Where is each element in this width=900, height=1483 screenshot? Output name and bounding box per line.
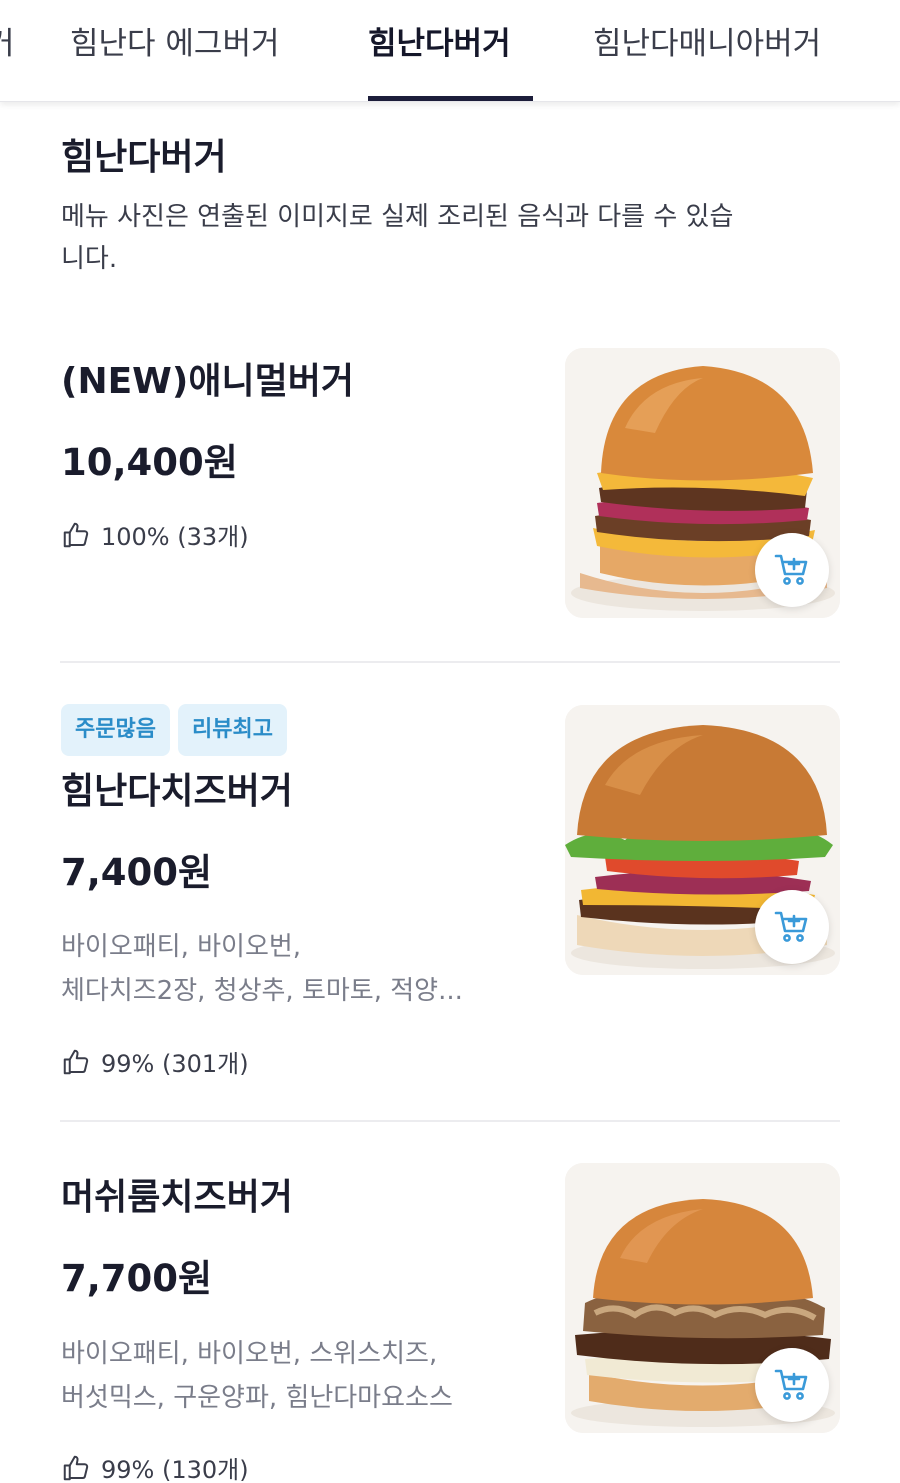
- rating-text: 100% (33개): [101, 523, 249, 551]
- badge-top-review: 리뷰최고: [177, 704, 287, 756]
- add-to-cart-button[interactable]: [755, 890, 829, 964]
- tab-himnanda-burger[interactable]: 힘난다버거: [368, 18, 511, 63]
- item-rating: 100% (33개): [61, 517, 249, 552]
- description-line: 바이오패티, 바이오번, 스위스치즈,: [61, 1339, 438, 1369]
- item-photo[interactable]: [565, 1163, 840, 1433]
- item-name: (NEW)애니멀버거: [61, 361, 354, 402]
- description-line: 바이오패티, 바이오번,: [61, 932, 302, 962]
- rating-text: 99% (130개): [101, 1456, 249, 1483]
- description-line: 체다치즈2장, 청상추, 토마토, 적양...: [61, 976, 463, 1006]
- rating-text: 99% (301개): [101, 1050, 249, 1078]
- item-description: 바이오패티, 바이오번, 스위스치즈, 버섯믹스, 구운양파, 힘난다마요소스: [61, 1332, 531, 1420]
- section-description: 메뉴 사진은 연출된 이미지로 실제 조리된 음식과 다를 수 있습니다.: [61, 202, 734, 274]
- add-to-cart-icon: [774, 554, 808, 585]
- add-to-cart-icon: [774, 911, 808, 942]
- item-name: 머쉬룸치즈버거: [61, 1177, 293, 1218]
- item-rating: 99% (301개): [61, 1044, 249, 1079]
- active-tab-indicator: [368, 96, 533, 101]
- item-price: 10,400원: [61, 441, 238, 484]
- tab-partial-left[interactable]: 거: [0, 18, 15, 63]
- thumbs-up-icon: [63, 1455, 89, 1480]
- add-to-cart-icon: [774, 1369, 808, 1400]
- item-photo[interactable]: [565, 348, 840, 618]
- item-divider: [60, 661, 840, 663]
- item-divider: [60, 1120, 840, 1122]
- item-photo[interactable]: [565, 705, 840, 975]
- item-price: 7,700원: [61, 1257, 213, 1300]
- thumbs-up-icon: [63, 1049, 89, 1074]
- category-tab-bar: 거 힘난다 에그버거 힘난다버거 힘난다매니아버거: [0, 0, 900, 102]
- description-line: 버섯믹스, 구운양파, 힘난다마요소스: [61, 1383, 453, 1413]
- badge-popular: 주문많음: [61, 704, 170, 756]
- tab-mania-burger[interactable]: 힘난다매니아버거: [593, 18, 821, 63]
- add-to-cart-button[interactable]: [755, 533, 829, 607]
- item-description: 바이오패티, 바이오번, 체다치즈2장, 청상추, 토마토, 적양...: [61, 925, 531, 1013]
- thumbs-up-icon: [63, 522, 89, 547]
- add-to-cart-button[interactable]: [755, 1348, 829, 1422]
- item-price: 7,400원: [61, 851, 213, 894]
- item-name: 힘난다치즈버거: [61, 771, 293, 812]
- tab-egg-burger[interactable]: 힘난다 에그버거: [70, 18, 280, 63]
- item-rating: 99% (130개): [61, 1450, 249, 1483]
- section-title: 힘난다버거: [61, 137, 227, 178]
- item-badges: 주문많음 리뷰최고: [61, 704, 287, 756]
